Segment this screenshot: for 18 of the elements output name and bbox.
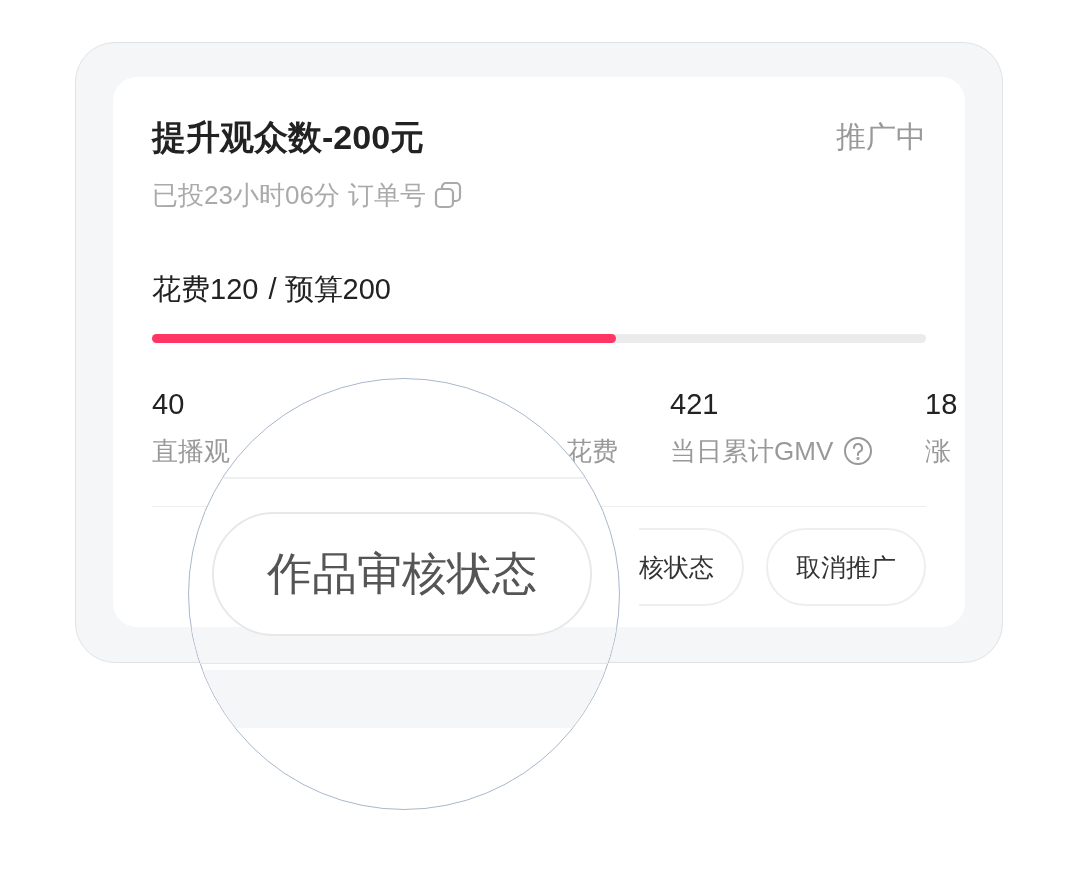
stat-label: 涨 — [925, 435, 951, 468]
action-button[interactable]: 取消推广 — [766, 528, 926, 606]
stat-value: 18 — [925, 388, 958, 420]
elapsed-time: 已投23小时06分 — [152, 179, 340, 212]
stat-label: 花费 — [566, 435, 618, 468]
copy-icon[interactable] — [433, 181, 462, 209]
stat-label: 直播观 — [152, 435, 230, 468]
stat-label: 当日累计GMV — [670, 435, 834, 468]
budget-amount: / 预算200 — [268, 272, 391, 307]
action-button[interactable]: 核状态 — [639, 528, 744, 606]
spend-amount: 花费120 — [152, 272, 259, 307]
review-status-button[interactable]: 作品审核状态 — [212, 512, 592, 636]
help-icon[interactable] — [843, 436, 874, 466]
stat-value: 421 — [670, 388, 719, 420]
order-title: 提升观众数-200元 — [152, 117, 425, 157]
order-number-label: 订单号 — [347, 179, 426, 212]
stat-value: 40 — [152, 388, 185, 420]
status-label: 推广中 — [836, 119, 926, 155]
